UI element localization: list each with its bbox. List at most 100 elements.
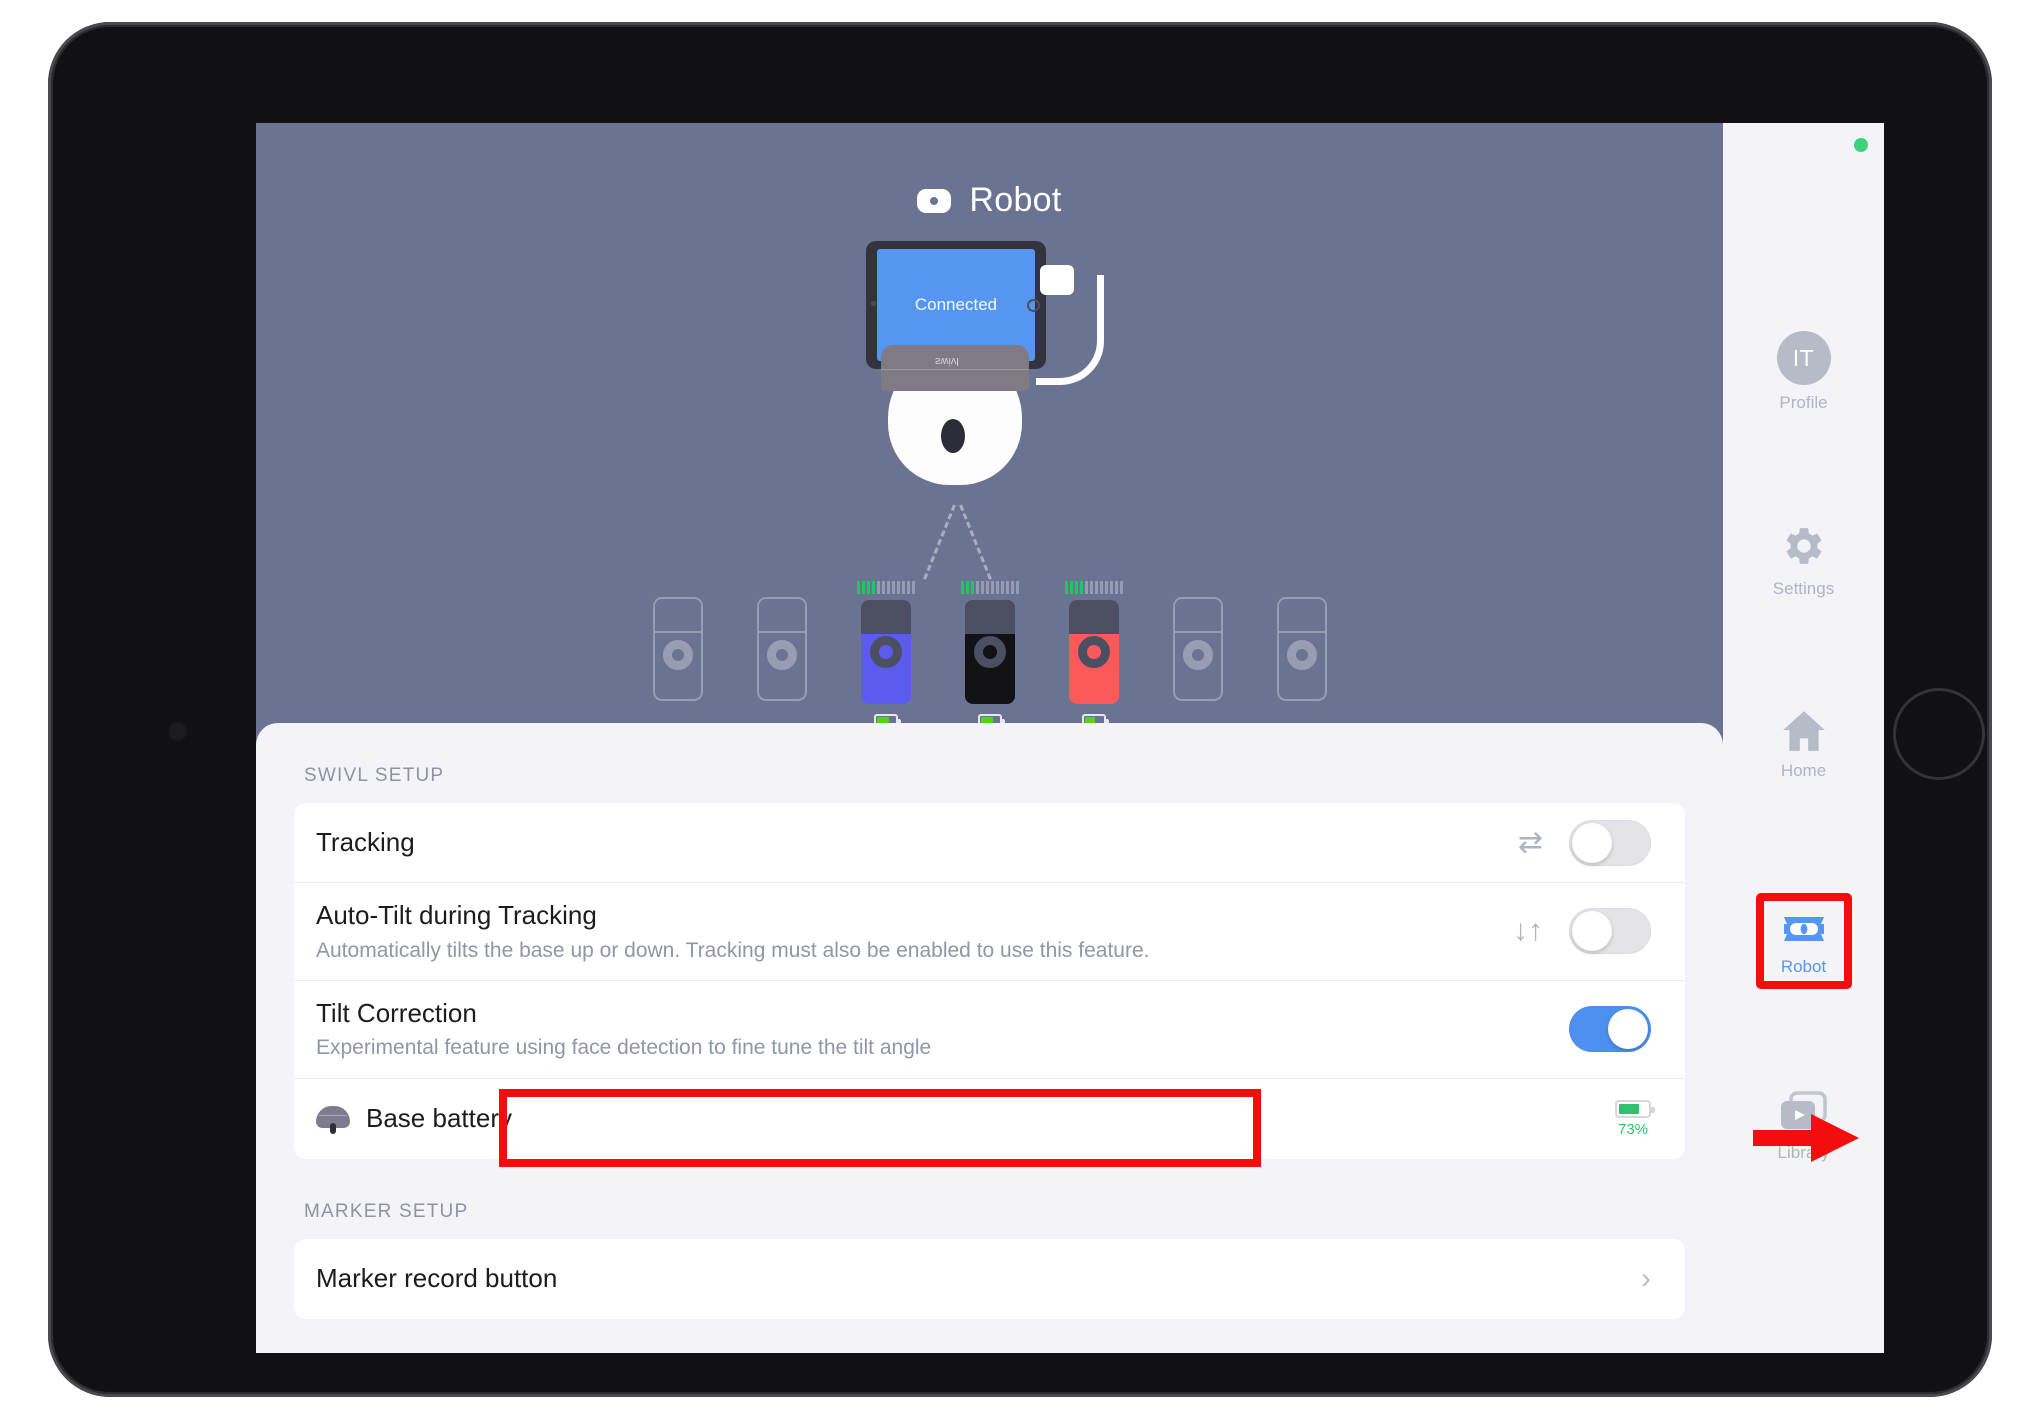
marker-slot[interactable] xyxy=(1271,578,1333,724)
tablet-device-frame: Robot Connected swivl SWIVL SETUP Tracki… xyxy=(48,22,1992,1397)
marker-slot[interactable] xyxy=(647,578,709,724)
base-battery-texts: Base battery xyxy=(366,1086,1615,1151)
marker-device[interactable] xyxy=(964,600,1015,704)
nav-item-profile[interactable]: IT Profile xyxy=(1723,331,1884,413)
avatar: IT xyxy=(1776,331,1831,385)
base-battery-indicator: 73% xyxy=(1615,1099,1655,1138)
setting-row-tilt-correction[interactable]: Tilt Correction Experimental feature usi… xyxy=(294,981,1685,1079)
marker-cap xyxy=(964,600,1015,634)
tilt-correction-label: Tilt Correction xyxy=(316,997,477,1028)
home-button[interactable] xyxy=(1893,688,1985,780)
tilt-correction-description: Experimental feature using face detectio… xyxy=(316,1036,932,1060)
robot-icon xyxy=(1783,917,1824,941)
robot-visualization-stage: Robot Connected swivl xyxy=(256,123,1723,727)
marker-slot-empty[interactable] xyxy=(756,597,807,701)
marker-record-label: Marker record button xyxy=(316,1263,558,1294)
setting-row-base-battery[interactable]: Base battery 73% xyxy=(294,1079,1685,1159)
auto-tilt-label: Auto-Tilt during Tracking xyxy=(316,900,597,930)
toggle-knob xyxy=(1572,822,1612,863)
nav-rail: IT Profile Settings Home Robot Library xyxy=(1723,123,1884,1353)
marker-record-controls: › xyxy=(1641,1262,1651,1296)
base-stem xyxy=(330,1122,336,1134)
marker-seam xyxy=(1278,631,1325,633)
nav-item-robot[interactable]: Robot xyxy=(1723,893,1884,989)
marker-lens-icon xyxy=(869,636,902,668)
signal-strength-icon xyxy=(960,578,1019,594)
marker-slot[interactable] xyxy=(1167,578,1229,724)
setting-row-marker-record-button[interactable]: Marker record button › xyxy=(294,1239,1685,1319)
robot-base-lens-icon xyxy=(941,419,965,453)
robot-base-icon xyxy=(316,1104,350,1134)
robot-base-top: swivl xyxy=(881,345,1029,391)
marker-setup-card: Marker record button › xyxy=(294,1238,1685,1319)
auto-tilt-description: Automatically tilts the base up or down.… xyxy=(316,938,1150,962)
swivl-setup-section-label: SWIVL SETUP xyxy=(304,765,445,786)
front-camera-icon xyxy=(170,724,185,739)
marker-slot-row xyxy=(256,578,1723,727)
marker-lens-icon xyxy=(1077,636,1110,668)
auto-tilt-controls: ↓↑ xyxy=(1513,908,1651,955)
setting-row-tracking[interactable]: Tracking ⇄ xyxy=(294,803,1685,883)
battery-cell: 73% xyxy=(1615,1099,1655,1138)
marker-seam xyxy=(1174,631,1221,633)
tracking-label: Tracking xyxy=(316,827,415,858)
connection-status-text: Connected xyxy=(914,295,998,314)
marker-device[interactable] xyxy=(1068,600,1119,704)
marker-slot-empty[interactable] xyxy=(652,597,703,701)
base-battery-label: Base battery xyxy=(366,1103,512,1134)
nav-label-profile: Profile xyxy=(1779,393,1828,412)
annotation-arrow xyxy=(1753,1114,1859,1162)
app-screen: Robot Connected swivl SWIVL SETUP Tracki… xyxy=(256,123,1884,1353)
marker-device[interactable] xyxy=(860,600,911,704)
toggle-knob xyxy=(1608,1009,1648,1050)
marker-record-texts: Marker record button xyxy=(316,1246,1641,1311)
marker-lens-icon xyxy=(766,640,797,670)
stage-title-row: Robot xyxy=(256,181,1723,220)
page-title: Robot xyxy=(969,181,1062,219)
marker-cap xyxy=(1068,600,1119,634)
arrows-up-down-icon: ↓↑ xyxy=(1513,914,1543,948)
auto-tilt-texts: Auto-Tilt during Tracking Automatically … xyxy=(316,883,1513,980)
marker-slot-empty[interactable] xyxy=(1276,597,1327,701)
marker-slot[interactable] xyxy=(855,578,917,727)
charging-cable-icon xyxy=(1036,275,1104,385)
marker-lens-icon xyxy=(973,636,1006,668)
nav-item-home[interactable]: Home xyxy=(1723,707,1884,781)
marker-slot-empty[interactable] xyxy=(1172,597,1223,701)
settings-sheet: SWIVL SETUP Tracking ⇄ Auto-Tilt during … xyxy=(256,723,1723,1353)
tilt-correction-toggle[interactable] xyxy=(1569,1006,1651,1053)
nav-label-home: Home xyxy=(1780,761,1827,780)
nav-item-settings[interactable]: Settings xyxy=(1723,521,1884,599)
battery-fill xyxy=(1619,1103,1640,1114)
marker-lens-icon xyxy=(1286,640,1317,670)
tracking-controls: ⇄ xyxy=(1517,819,1651,866)
marker-setup-section-label: MARKER SETUP xyxy=(304,1200,469,1222)
tracking-toggle[interactable] xyxy=(1569,819,1651,866)
robot-icon xyxy=(917,188,952,213)
tracking-texts: Tracking xyxy=(316,810,1518,875)
auto-tilt-toggle[interactable] xyxy=(1569,908,1651,955)
tracking-beam xyxy=(901,504,1011,580)
home-icon xyxy=(1782,711,1825,751)
swap-horizontal-icon: ⇄ xyxy=(1517,825,1543,859)
tablet-camera-icon xyxy=(871,301,876,306)
signal-strength-icon xyxy=(856,578,915,594)
chevron-right-icon: › xyxy=(1641,1261,1651,1295)
battery-percent-label: 73% xyxy=(1617,1120,1649,1138)
marker-lens-icon xyxy=(662,640,693,670)
tilt-correction-texts: Tilt Correction Experimental feature usi… xyxy=(316,981,1569,1078)
tracking-beam-right xyxy=(959,504,992,580)
marker-slot[interactable] xyxy=(1063,578,1125,727)
toggle-knob xyxy=(1572,911,1612,952)
signal-strength-icon xyxy=(1064,578,1123,594)
tracking-beam-left xyxy=(923,504,956,580)
marker-seam xyxy=(654,631,701,633)
marker-slot[interactable] xyxy=(751,578,813,724)
marker-cap xyxy=(860,600,911,634)
tilt-correction-controls xyxy=(1569,1006,1651,1053)
swivl-setup-card: Tracking ⇄ Auto-Tilt during Tracking Aut… xyxy=(294,803,1685,1159)
robot-base-seam xyxy=(881,369,1029,370)
marker-slot[interactable] xyxy=(959,578,1021,727)
setting-row-auto-tilt[interactable]: Auto-Tilt during Tracking Automatically … xyxy=(294,883,1685,981)
robot-brand-label: swivl xyxy=(935,355,959,367)
